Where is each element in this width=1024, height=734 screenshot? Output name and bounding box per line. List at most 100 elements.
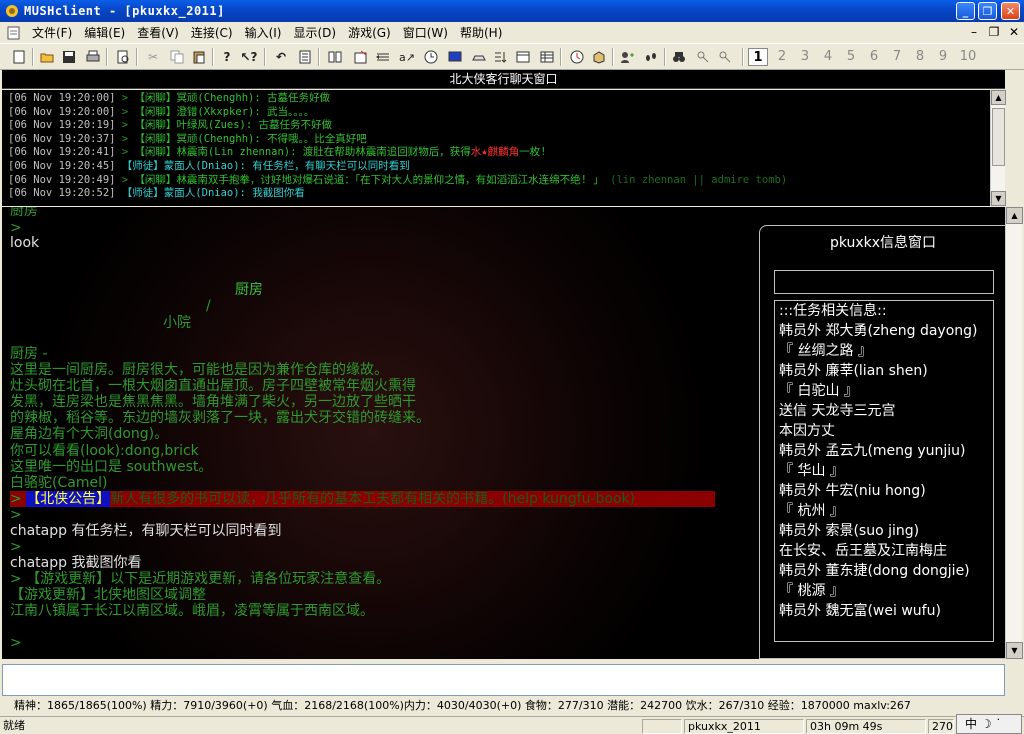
world-button-4[interactable]: 4 [818,48,838,66]
scroll-down-arrow-icon[interactable]: ▼ [991,191,1006,206]
command-input[interactable] [2,664,1005,696]
print-icon[interactable] [84,48,102,66]
connect-icon[interactable] [618,48,636,66]
triggers-icon[interactable] [374,48,392,66]
menu-view[interactable]: 查看(V) [131,24,185,41]
aliases-icon[interactable]: a↗ [398,48,416,66]
chatapp-line: chatapp 我截图你看 [10,555,142,571]
look-hint: 你可以看看(look):dong,brick [10,443,199,459]
ime-indicator[interactable]: 中 ☽ ˙ [956,714,1022,734]
new-world-icon[interactable] [10,48,28,66]
quest-info-line: 韩员外 魏无富(wei wufu) [779,603,941,619]
chat-arrow: > [115,173,135,186]
paste-icon[interactable] [190,48,208,66]
window-title: MUSHclient - [pkuxkx_2011] [24,4,225,18]
scroll-up-arrow-icon[interactable]: ▲ [991,90,1006,105]
macros-icon[interactable] [492,48,510,66]
log-session-icon[interactable] [326,48,344,66]
notepad-icon[interactable] [296,48,314,66]
keypad-icon[interactable] [470,48,488,66]
chat-timestamp: [06 Nov 19:20:00] [8,92,116,104]
print-preview-icon[interactable] [114,48,132,66]
mdi-minimize-button[interactable]: – [966,25,982,39]
reconnect-timer-icon[interactable] [568,48,586,66]
prompt: > [10,539,22,555]
close-button[interactable]: ✕ [1001,2,1020,20]
room-description-line: 的辣椒，稻谷等。东边的墙灰剥落了一块，露出犬牙交错的砖缝来。 [10,410,430,426]
chat-scrollbar[interactable]: ▲ ▼ [990,90,1006,206]
menu-game[interactable]: 游戏(G) [342,24,397,41]
menu-connection[interactable]: 连接(C) [185,24,239,41]
game-update-line: 江南八镇属于长江以南区域。峨眉，凌霄等属于西南区域。 [10,603,374,619]
scroll-up-arrow-icon[interactable]: ▲ [1006,207,1023,224]
chat-channel: 【闲聊】 [134,173,177,186]
world-button-2[interactable]: 2 [772,48,792,66]
context-help-icon[interactable]: ↖? [240,48,258,66]
world-config-icon[interactable] [352,48,370,66]
chat-timestamp: [06 Nov 19:20:19] [8,119,116,132]
menu-help[interactable]: 帮助(H) [454,24,508,41]
scroll-thumb[interactable] [992,108,1005,166]
mdi-close-button[interactable]: ✕ [1006,25,1022,39]
world-button-6[interactable]: 6 [864,48,884,66]
find-again-icon[interactable] [716,48,734,66]
menu-display[interactable]: 显示(D) [287,24,342,41]
mdi-restore-button[interactable]: ❐ [986,25,1002,39]
chat-message: 林震南双手抱拳，讨好地对爆石说道：「在下对大人的景仰之情，有如滔滔江水连绵不绝!… [176,173,604,186]
info-panel-title: pkuxkx信息窗口 [829,235,937,251]
open-folder-icon[interactable] [38,48,56,66]
chat-log[interactable]: [06 Nov 19:20:00] > 【闲聊】冥顽(Chenghh): 古墓任… [2,90,990,206]
chat-channel: 【闲聊】 [134,92,177,104]
info-section-header: :::任务相关信息:: [779,303,887,319]
chat-message: 林震南(Lin zhennan): 渡肚在帮助林震南追回财物后，获得 [176,146,471,159]
world-button-10[interactable]: 10 [956,48,980,66]
quest-info-line: 『 白驼山 』 [779,383,858,399]
toolbar-separator [264,48,266,66]
scroll-down-arrow-icon[interactable]: ▼ [1006,642,1023,659]
world-button-8[interactable]: 8 [910,48,930,66]
display-icon[interactable] [446,48,464,66]
world-button-1[interactable]: 1 [748,48,768,66]
room-description-line: 灶头砌在北首，一根大烟囱直通出屋顶。房子四壁被常年烟火熏得 [10,378,416,394]
menu-input[interactable]: 输入(I) [239,24,288,41]
chat-emote-command: (lin zhennan || admire tomb) [603,173,788,186]
menu-file[interactable]: 文件(F) [26,24,78,41]
announcement-prompt: > [10,491,27,507]
chat-arrow: > [115,119,135,132]
quest-info-line: 本因方丈 [779,423,835,439]
cut-icon[interactable]: ✂ [144,48,162,66]
menu-window[interactable]: 窗口(W) [397,24,454,41]
chat-timestamp: [06 Nov 19:20:45] [8,159,116,172]
find-next-icon[interactable] [694,48,712,66]
menu-edit[interactable]: 编辑(E) [78,24,131,41]
table-icon[interactable] [538,48,556,66]
world-button-9[interactable]: 9 [933,48,953,66]
plugins-icon[interactable] [590,48,608,66]
output-window-icon[interactable] [514,48,532,66]
world-button-7[interactable]: 7 [887,48,907,66]
room-title: 厨房 - [10,346,48,362]
quest-info-list: :::任务相关信息:: 韩员外 郑大勇(zheng dayong) 『 丝绸之路 … [774,300,994,642]
world-button-3[interactable]: 3 [795,48,815,66]
announcement-tag: 【北侠公告】 [26,491,111,507]
undo-icon[interactable]: ↶ [272,48,290,66]
status-world-name: pkuxkx_2011 [684,719,804,734]
copy-icon[interactable] [168,48,186,66]
save-icon[interactable] [60,48,78,66]
restore-button[interactable]: ❐ [978,2,997,20]
quest-info-line: 『 华山 』 [779,463,844,479]
toolbar-separator [136,48,138,66]
timers-icon[interactable] [422,48,440,66]
quest-info-line: 『 桃源 』 [779,583,844,599]
chat-message: 冥顽(Chenghh): 不得哦。。比全真好吧 [176,132,367,145]
minimize-button[interactable]: _ [956,2,975,20]
mushclient-icon [6,5,18,17]
help-icon[interactable]: ? [218,48,236,66]
chat-line: [06 Nov 19:20:45] 【师徒】蒙面人(Dniao): 有任务栏，有… [8,160,990,174]
footprints-icon[interactable] [642,48,660,66]
world-button-5[interactable]: 5 [841,48,861,66]
chat-message: 澄错(Xkxpker): 武当。。。。 [176,105,315,118]
main-scrollbar[interactable]: ▲ ▼ [1005,207,1023,659]
chat-line: [06 Nov 19:20:00] > 【闲聊】澄错(Xkxpker): 武当。… [8,106,990,120]
find-binoculars-icon[interactable] [670,48,688,66]
